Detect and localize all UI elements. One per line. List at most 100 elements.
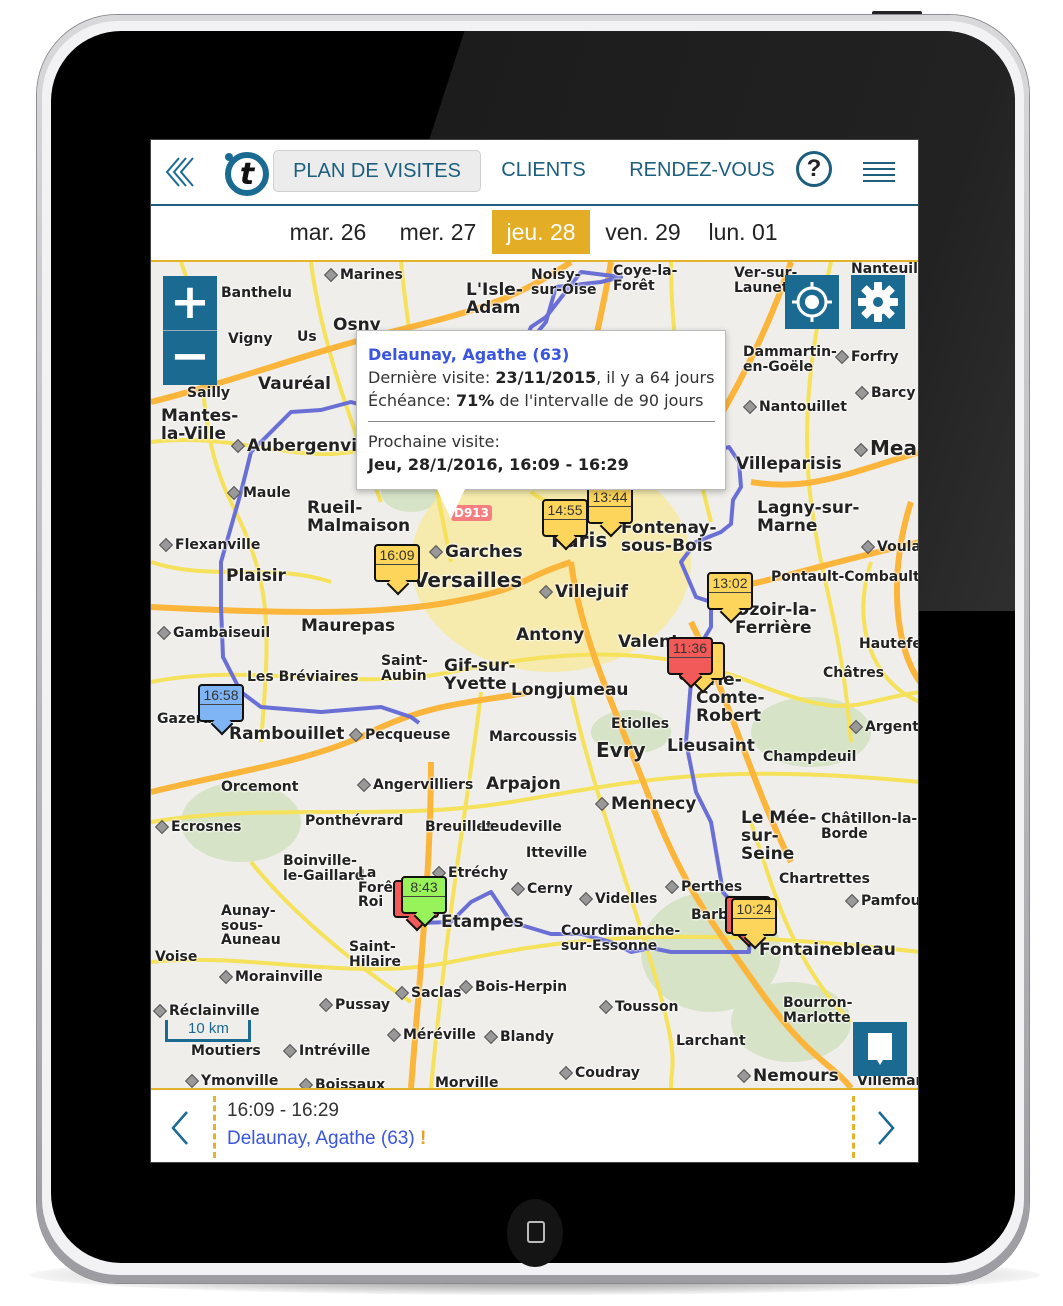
place-label: Etampes xyxy=(441,912,524,932)
footer-divider xyxy=(213,1096,216,1158)
map-view[interactable]: Marines Banthelu L'Isle-Adam Noisy-sur-O… xyxy=(151,262,918,1088)
place-label: Coye-la-Forêt xyxy=(613,263,678,294)
chevron-right-icon xyxy=(878,1111,895,1145)
place-label: Dammartin-en-Goële xyxy=(743,344,837,375)
place-label: Maurepas xyxy=(301,616,396,636)
place-label: Saint-Hilaire xyxy=(349,939,401,970)
date-selector: mar. 26 mer. 27 jeu. 28 ven. 29 lun. 01 xyxy=(151,206,918,262)
place-label: Tousson xyxy=(598,1000,679,1015)
place-label: Villejuif xyxy=(538,583,628,602)
popup-client-name[interactable]: Delaunay, Agathe (63) xyxy=(368,343,715,366)
visit-marker[interactable]: 14:55 xyxy=(542,499,588,537)
map-scale-bar: 10 km xyxy=(165,1020,251,1042)
place-label: Etiolles xyxy=(611,716,670,732)
place-label: Chartrettes xyxy=(779,871,870,887)
place-label: Nemours xyxy=(736,1067,839,1086)
settings-button[interactable] xyxy=(851,275,905,329)
place-label: Morville xyxy=(435,1075,499,1088)
place-label: Ecrosnes xyxy=(154,820,242,835)
locate-icon xyxy=(792,282,832,322)
home-icon xyxy=(527,1221,545,1243)
place-label: Garches xyxy=(428,543,523,562)
place-label: Fontenay-sous-Bois xyxy=(621,518,717,556)
place-label: Us xyxy=(297,329,317,345)
place-label: Blandy xyxy=(483,1030,554,1045)
visit-marker[interactable]: 11:36 xyxy=(667,637,713,675)
place-label: Banthelu xyxy=(221,285,293,301)
place-label: Maule xyxy=(226,486,291,501)
place-label: Pontault-Combault xyxy=(771,569,918,585)
visit-marker[interactable]: 13:44 xyxy=(587,486,633,524)
place-label: Sailly xyxy=(187,385,231,401)
locate-button[interactable] xyxy=(785,275,839,329)
tab-plan-de-visites[interactable]: PLAN DE VISITES xyxy=(273,150,481,192)
place-label: Rambouillet xyxy=(229,724,345,744)
place-label: Noisy-sur-Oise xyxy=(531,267,597,298)
chevron-left-icon xyxy=(171,1111,188,1145)
tab-rendez-vous[interactable]: RENDEZ-VOUS xyxy=(627,150,777,190)
appointment-client[interactable]: Delaunay, Agathe (63) ! xyxy=(227,1128,426,1150)
place-label: Meaux xyxy=(853,438,918,459)
app-screen: t PLAN DE VISITES CLIENTS RENDEZ-VOUS ? … xyxy=(150,139,919,1163)
date-tab-mar-26[interactable]: mar. 26 xyxy=(278,210,378,254)
place-label: Mantes-la-Ville xyxy=(161,406,239,444)
place-label: Argentières xyxy=(848,720,918,735)
gear-icon xyxy=(858,282,898,322)
place-label: Itteville xyxy=(526,845,588,861)
popup-next-visit-label: Prochaine visite: xyxy=(368,432,500,451)
app-logo: t xyxy=(221,148,269,196)
popup-divider xyxy=(368,421,715,422)
comment-button[interactable] xyxy=(853,1022,907,1076)
place-label: Barcy xyxy=(854,386,915,401)
visit-marker[interactable]: 16:58 xyxy=(198,684,244,722)
zoom-in-button[interactable]: + xyxy=(163,276,217,331)
top-nav-bar: t PLAN DE VISITES CLIENTS RENDEZ-VOUS ? xyxy=(151,140,918,206)
place-label: Perthes xyxy=(664,880,742,895)
tab-clients[interactable]: CLIENTS xyxy=(496,150,591,190)
place-label: Arpajon xyxy=(486,774,561,794)
popup-due: Échéance: 71% de l'intervalle de 90 jour… xyxy=(368,391,704,410)
place-label: Nantouillet xyxy=(742,400,847,415)
place-label: Coudray xyxy=(558,1066,640,1081)
place-label: Hautefeuille xyxy=(859,636,918,652)
visit-marker[interactable]: 16:09 xyxy=(374,544,420,582)
home-button xyxy=(507,1199,563,1267)
previous-appointment-button[interactable] xyxy=(165,1108,195,1148)
place-label: Les Bréviaires xyxy=(247,669,359,685)
place-label: Villeparisis xyxy=(736,454,842,474)
place-label: Champdeuil xyxy=(763,749,857,765)
place-label: Larchant xyxy=(676,1033,746,1049)
date-tab-ven-29[interactable]: ven. 29 xyxy=(593,210,693,254)
place-label: Mennecy xyxy=(594,795,696,814)
warning-icon: ! xyxy=(419,1128,427,1149)
place-label: Voise xyxy=(155,949,198,965)
place-label: Méréville xyxy=(386,1028,476,1043)
place-label: Vigny xyxy=(228,331,273,347)
place-label: Le Mée-sur-Seine xyxy=(741,808,817,864)
place-label: Marines xyxy=(323,268,403,283)
place-label: Videlles xyxy=(578,892,657,907)
zoom-out-button[interactable]: − xyxy=(163,331,217,385)
client-info-popup: Delaunay, Agathe (63) Dernière visite: 2… xyxy=(356,330,726,519)
place-label: Boissaux xyxy=(298,1078,385,1088)
next-appointment-button[interactable] xyxy=(871,1108,901,1148)
place-label: Rueil-Malmaison xyxy=(307,498,411,536)
date-tab-jeu-28[interactable]: jeu. 28 xyxy=(492,210,590,254)
place-label: Moutiers xyxy=(191,1043,261,1059)
appointment-footer: 16:09 - 16:29 Delaunay, Agathe (63) ! xyxy=(151,1088,918,1162)
place-label: Forfry xyxy=(834,350,899,365)
visit-marker[interactable]: 10:24 xyxy=(731,898,777,936)
place-label: Evry xyxy=(596,738,646,762)
help-icon[interactable]: ? xyxy=(796,151,832,187)
place-label: Saint-Aubin xyxy=(381,653,428,684)
date-tab-lun-01[interactable]: lun. 01 xyxy=(696,210,790,254)
popup-last-visit: Dernière visite: 23/11/2015, il y a 64 j… xyxy=(368,368,715,387)
hamburger-menu-icon[interactable] xyxy=(863,162,895,182)
date-tab-mer-27[interactable]: mer. 27 xyxy=(388,210,488,254)
visit-marker[interactable]: 13:02 xyxy=(707,572,753,610)
visit-marker[interactable]: 8:43 xyxy=(401,876,447,914)
place-label: Bourron-Marlotte xyxy=(783,995,853,1026)
place-label: Villemaréchal xyxy=(857,1073,918,1088)
double-chevron-left-icon[interactable] xyxy=(163,154,203,190)
place-label: Versailles xyxy=(413,568,523,592)
